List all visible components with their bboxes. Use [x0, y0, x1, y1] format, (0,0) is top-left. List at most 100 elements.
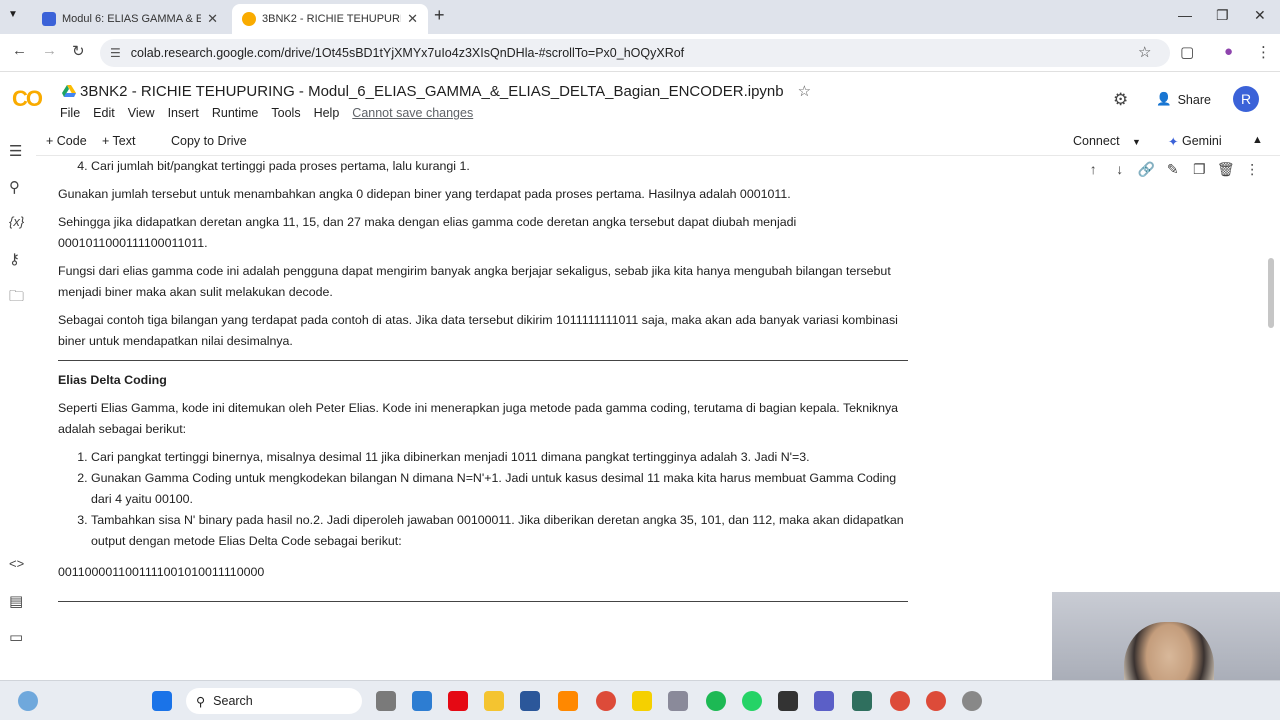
notebook-title-row: 3BNK2 - RICHIE TEHUPURING - Modul_6_ELIA…: [62, 82, 811, 100]
table-of-contents-icon[interactable]: ☰: [9, 142, 22, 160]
list-item: Gunakan Gamma Coding untuk mengkodekan b…: [91, 468, 908, 510]
chrome-profile-icon[interactable]: [926, 691, 946, 711]
connect-dropdown-icon[interactable]: ▼: [1132, 137, 1141, 147]
gemini-button[interactable]: Gemini: [1182, 134, 1222, 148]
tab-title: 3BNK2 - RICHIE TEHUPURING -: [262, 13, 401, 25]
back-icon[interactable]: ←: [12, 42, 27, 59]
tab-modul6[interactable]: Modul 6: ELIAS GAMMA & ELIA ✕: [32, 4, 228, 34]
link-icon[interactable]: 🔗: [1133, 161, 1160, 178]
close-window-icon[interactable]: ✕: [1254, 7, 1266, 24]
gemini-icon: ✦: [1168, 135, 1179, 149]
netflix-icon[interactable]: [448, 691, 468, 711]
windows-start-icon[interactable]: [152, 691, 172, 711]
connect-button[interactable]: Connect: [1073, 134, 1120, 148]
files-folder-icon[interactable]: 🗀: [9, 286, 24, 311]
secrets-key-icon[interactable]: ⚷: [9, 250, 20, 268]
menu-view[interactable]: View: [128, 106, 155, 120]
section-heading: Elias Delta Coding: [58, 373, 167, 387]
tab-list-icon[interactable]: ▼: [8, 9, 18, 20]
close-tab-icon[interactable]: ✕: [207, 11, 218, 27]
address-bar-row: ← → ↻ ☰ colab.research.google.com/drive/…: [0, 34, 1280, 72]
browser-menu-icon[interactable]: ⋮: [1256, 43, 1271, 61]
paragraph: Gunakan jumlah tersebut untuk menambahka…: [58, 187, 791, 201]
app-icon[interactable]: [852, 691, 872, 711]
copy-to-drive-button[interactable]: Copy to Drive: [171, 134, 247, 148]
spotify-icon[interactable]: [706, 691, 726, 711]
divider: [58, 360, 908, 361]
menu-help[interactable]: Help: [314, 106, 340, 120]
whatsapp-icon[interactable]: [742, 691, 762, 711]
search-icon[interactable]: ⚲: [9, 178, 20, 196]
chrome-profile-icon[interactable]: [962, 691, 982, 711]
command-palette-icon[interactable]: ▤: [9, 592, 23, 610]
profile-icon[interactable]: ●: [1224, 43, 1233, 60]
settings-gear-icon[interactable]: ⚙: [1113, 90, 1128, 110]
step-list-gamma: Cari jumlah bit/pangkat tertinggi pada p…: [58, 156, 908, 177]
maximize-icon[interactable]: ❐: [1216, 7, 1229, 24]
chrome-profile-icon[interactable]: [890, 691, 910, 711]
task-view-icon[interactable]: [376, 691, 396, 711]
menu-edit[interactable]: Edit: [93, 106, 115, 120]
more-options-icon[interactable]: ⋮: [1239, 161, 1266, 178]
variables-icon[interactable]: {x}: [9, 214, 24, 229]
minimize-icon[interactable]: —: [1178, 7, 1192, 23]
output-bits: 0011000011001111001010011110000: [58, 565, 265, 579]
colab-header: CO 3BNK2 - RICHIE TEHUPURING - Modul_6_E…: [0, 72, 1280, 128]
weather-widget-icon[interactable]: [18, 691, 38, 711]
share-label: Share: [1177, 92, 1211, 107]
code-snippets-icon[interactable]: <>: [9, 556, 24, 571]
scrollbar[interactable]: [1268, 258, 1274, 328]
notebook-toolbar: + Code + Text Copy to Drive Connect ▼ ✦ …: [36, 128, 1280, 156]
add-code-button[interactable]: + Code: [46, 134, 87, 148]
menu-bar: File Edit View Insert Runtime Tools Help…: [60, 106, 486, 120]
notes-icon[interactable]: [632, 691, 652, 711]
left-sidebar: ☰ ⚲ {x} ⚷ 🗀 <> ▤ ▭: [0, 128, 36, 658]
person-add-icon: 👤: [1156, 92, 1172, 106]
move-up-icon[interactable]: ↑: [1080, 161, 1107, 178]
copilot-icon[interactable]: [814, 691, 834, 711]
chrome-icon[interactable]: [596, 691, 616, 711]
windows-taskbar: ⚲ Search: [0, 680, 1280, 720]
tab-colab-notebook[interactable]: 3BNK2 - RICHIE TEHUPURING - ✕: [232, 4, 428, 34]
cannot-save-link[interactable]: Cannot save changes: [352, 106, 473, 120]
tab-title: Modul 6: ELIAS GAMMA & ELIA: [62, 13, 202, 25]
vlc-icon[interactable]: [558, 691, 578, 711]
mirror-cell-icon[interactable]: ❐: [1186, 161, 1213, 178]
drive-icon: [62, 85, 76, 97]
paragraph: Sehingga jika didapatkan deretan angka 1…: [58, 215, 797, 250]
word-icon[interactable]: [520, 691, 540, 711]
close-tab-icon[interactable]: ✕: [407, 11, 418, 27]
url-field[interactable]: ☰ colab.research.google.com/drive/1Ot45s…: [100, 39, 1170, 67]
app-icon[interactable]: [778, 691, 798, 711]
share-button[interactable]: 👤 Share: [1156, 92, 1211, 107]
extensions-icon[interactable]: ▢: [1180, 43, 1194, 61]
menu-file[interactable]: File: [60, 106, 80, 120]
add-text-button[interactable]: + Text: [102, 134, 135, 148]
taskbar-search[interactable]: ⚲ Search: [186, 688, 362, 714]
terminal-icon[interactable]: ▭: [9, 628, 23, 646]
bookmark-star-icon[interactable]: ☆: [1138, 43, 1151, 61]
tab-favicon-icon: [42, 12, 56, 26]
avatar[interactable]: R: [1233, 86, 1259, 112]
text-cell-content: Cari jumlah bit/pangkat tertinggi pada p…: [58, 156, 908, 611]
menu-insert[interactable]: Insert: [168, 106, 199, 120]
edit-pencil-icon[interactable]: ✎: [1160, 161, 1187, 178]
menu-runtime[interactable]: Runtime: [212, 106, 259, 120]
app-icon[interactable]: [668, 691, 688, 711]
menu-tools[interactable]: Tools: [271, 106, 300, 120]
delete-icon[interactable]: 🗑: [1213, 161, 1240, 178]
new-tab-icon[interactable]: +: [434, 5, 445, 26]
url-text: colab.research.google.com/drive/1Ot45sBD…: [130, 46, 685, 60]
collapse-header-icon[interactable]: ▲: [1252, 134, 1263, 146]
star-icon[interactable]: ☆: [798, 82, 811, 100]
taskbar-search-label: Search: [213, 694, 253, 708]
notebook-title[interactable]: 3BNK2 - RICHIE TEHUPURING - Modul_6_ELIA…: [80, 83, 784, 100]
file-explorer-icon[interactable]: [484, 691, 504, 711]
move-down-icon[interactable]: ↓: [1107, 161, 1134, 178]
vscode-icon[interactable]: [412, 691, 432, 711]
colab-logo[interactable]: CO: [12, 86, 43, 112]
reload-icon[interactable]: ↻: [72, 42, 85, 60]
forward-icon[interactable]: →: [42, 42, 57, 59]
cell-toolbar: ↑ ↓ 🔗 ✎ ❐ 🗑 ⋮: [1080, 161, 1266, 178]
site-info-icon[interactable]: ☰: [110, 46, 121, 60]
